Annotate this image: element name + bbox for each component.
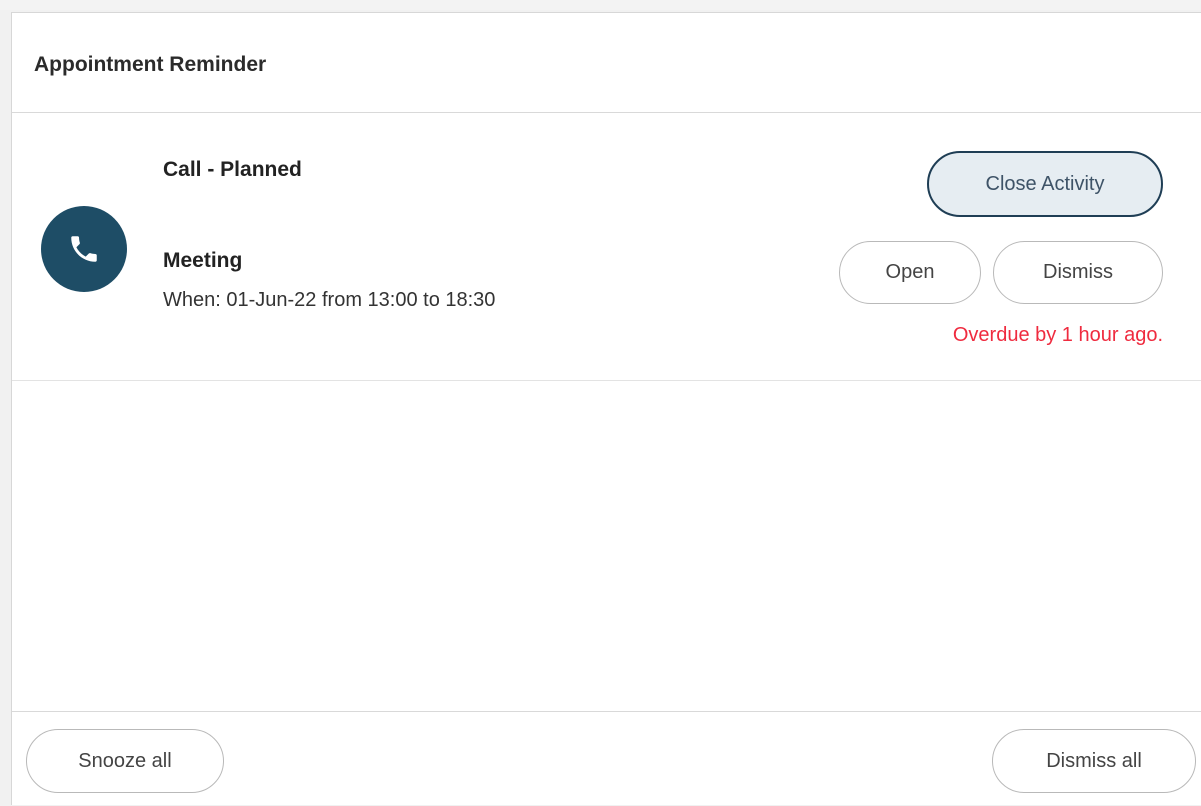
reminder-item: Call - Planned Meeting When: 01-Jun-22 f… <box>12 113 1201 381</box>
background-strip <box>0 0 1201 10</box>
activity-type-label: Call - Planned <box>163 158 302 181</box>
dialog-header: Appointment Reminder <box>12 13 1201 113</box>
activity-subject: Meeting <box>163 249 243 272</box>
dismiss-all-button[interactable]: Dismiss all <box>992 729 1196 793</box>
close-activity-button[interactable]: Close Activity <box>927 151 1163 217</box>
dialog-title: Appointment Reminder <box>34 53 267 76</box>
phone-icon <box>71 236 97 262</box>
dialog-footer: Snooze all Dismiss all <box>12 711 1201 806</box>
snooze-all-button[interactable]: Snooze all <box>26 729 224 793</box>
activity-when: When: 01-Jun-22 from 13:00 to 18:30 <box>163 289 496 311</box>
appointment-reminder-dialog: Appointment Reminder Call - Planned Meet… <box>11 12 1201 805</box>
open-button[interactable]: Open <box>839 241 981 304</box>
overdue-status: Overdue by 1 hour ago. <box>952 324 1163 346</box>
dismiss-button[interactable]: Dismiss <box>993 241 1163 304</box>
activity-icon-circle <box>41 206 127 292</box>
